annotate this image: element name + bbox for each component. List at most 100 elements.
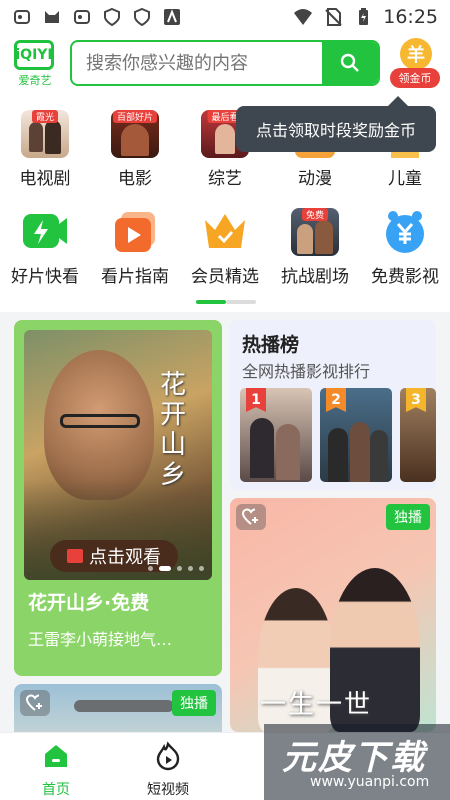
category-movie[interactable]: 百部好片 电影 bbox=[92, 110, 178, 190]
poster-title: 花开山乡 bbox=[160, 370, 187, 490]
category-tv-series[interactable]: 霞光 电视剧 bbox=[2, 110, 88, 190]
ranking-item[interactable]: 2 bbox=[320, 388, 392, 482]
category-label: 动漫 bbox=[298, 169, 332, 189]
wifi-icon bbox=[294, 9, 313, 25]
category-icon-wrap bbox=[201, 208, 249, 256]
play-icon bbox=[115, 212, 155, 252]
ranking-thumb-figure bbox=[350, 422, 370, 482]
category-label: 好片快看 bbox=[11, 267, 79, 287]
add-favorite-icon bbox=[25, 694, 42, 711]
nav-short-video-label: 短视频 bbox=[147, 782, 189, 798]
category-label: 抗战剧场 bbox=[281, 267, 349, 287]
site-watermark: 元皮下载 www.yuanpi.com bbox=[264, 724, 450, 800]
exclusive-badge: 独播 bbox=[386, 504, 430, 530]
ranking-thumb-figure bbox=[328, 428, 348, 482]
category-tag: 霞光 bbox=[31, 110, 59, 123]
coin-icon: 羊 bbox=[400, 38, 432, 70]
category-label: 电影 bbox=[118, 169, 152, 189]
category-label: 会员精选 bbox=[191, 267, 259, 287]
exclusive-badge: 独播 bbox=[172, 690, 216, 716]
watermark-logo: 元皮下载 bbox=[282, 738, 426, 778]
app-notification-icon bbox=[74, 10, 90, 24]
search-input[interactable] bbox=[72, 42, 322, 84]
ranking-thumb-figure bbox=[250, 418, 274, 478]
featured-title: 花开山乡·免费 bbox=[28, 592, 150, 614]
category-icon-wrap bbox=[111, 208, 159, 256]
header: iQIYI 爱奇艺 羊 领金币 bbox=[0, 38, 450, 92]
app-notification-icon bbox=[14, 10, 30, 24]
rank-badge: 3 bbox=[406, 388, 426, 412]
poster-glasses bbox=[60, 414, 140, 428]
category-icon-wrap bbox=[21, 208, 69, 256]
shield-icon bbox=[134, 7, 150, 27]
category-label: 看片指南 bbox=[101, 267, 169, 287]
category-tag: 免费 bbox=[301, 208, 329, 221]
ranking-item[interactable]: 1 bbox=[240, 388, 312, 482]
rank-badge: 1 bbox=[246, 388, 266, 412]
hot-ranking-title: 热播榜 bbox=[242, 334, 300, 356]
clock: 16:25 bbox=[383, 6, 438, 28]
category-pager bbox=[196, 300, 256, 304]
no-sim-icon bbox=[325, 8, 342, 26]
status-bar: 16:25 bbox=[0, 0, 450, 34]
ranking-thumb-figure bbox=[370, 430, 388, 482]
hot-ranking-subtitle: 全网热播影视排行 bbox=[242, 362, 371, 381]
nav-home[interactable]: 首页 bbox=[16, 741, 96, 799]
carousel-dots bbox=[148, 566, 204, 571]
app-logo[interactable]: iQIYI 爱奇艺 bbox=[14, 40, 56, 88]
reward-tooltip[interactable]: 点击领取时段奖励金币 bbox=[236, 96, 436, 152]
category-thumb: 免费 bbox=[291, 208, 339, 256]
carousel-dot bbox=[177, 566, 182, 571]
pager-active bbox=[196, 300, 226, 304]
shield-icon bbox=[104, 7, 120, 27]
nav-home-label: 首页 bbox=[42, 782, 70, 798]
category-war-theater[interactable]: 免费 抗战剧场 bbox=[272, 208, 358, 288]
yuan-clock-icon bbox=[386, 211, 424, 253]
home-icon bbox=[45, 745, 67, 767]
nav-short-video[interactable]: 短视频 bbox=[128, 741, 208, 799]
carousel-dot bbox=[199, 566, 204, 571]
search-button[interactable] bbox=[322, 42, 378, 84]
status-right-icons: 16:25 bbox=[293, 6, 438, 28]
category-guide[interactable]: 看片指南 bbox=[92, 208, 178, 288]
claim-coins-label: 领金币 bbox=[390, 68, 440, 88]
lightning-icon bbox=[23, 214, 67, 248]
rank-badge: 2 bbox=[326, 388, 346, 412]
category-label: 免费影视 bbox=[371, 267, 439, 287]
ranking-thumb-figure bbox=[276, 424, 300, 480]
favorite-button[interactable] bbox=[20, 690, 50, 716]
featured-subtitle: 王雷李小萌接地气… bbox=[28, 630, 173, 649]
plane-silhouette bbox=[74, 700, 174, 712]
category-label: 综艺 bbox=[208, 169, 242, 189]
battery-charging-icon bbox=[359, 8, 369, 25]
logo-text: 爱奇艺 bbox=[18, 74, 52, 87]
claim-coins-button[interactable]: 羊 领金币 bbox=[390, 38, 442, 90]
cat-icon bbox=[45, 11, 59, 23]
favorite-button[interactable] bbox=[236, 504, 266, 530]
drama-card[interactable]: 独播 一生一世 bbox=[230, 498, 436, 732]
gift-icon bbox=[67, 549, 83, 563]
text-a-icon bbox=[164, 9, 180, 25]
logo-mark: iQIYI bbox=[14, 40, 54, 70]
category-vip-picks[interactable]: 会员精选 bbox=[182, 208, 268, 288]
category-icon-wrap bbox=[381, 208, 429, 256]
crown-icon bbox=[205, 214, 245, 248]
category-label: 儿童 bbox=[388, 169, 422, 189]
category-quick-watch[interactable]: 好片快看 bbox=[2, 208, 88, 288]
watermark-url: www.yuanpi.com bbox=[310, 774, 430, 790]
flame-play-icon bbox=[156, 741, 180, 771]
pager-inactive bbox=[226, 300, 256, 304]
carousel-dot-active bbox=[159, 566, 171, 571]
carousel-dot bbox=[188, 566, 193, 571]
hot-ranking-card[interactable]: 热播榜 全网热播影视排行 1 2 3 bbox=[230, 320, 436, 490]
ranking-item[interactable]: 3 bbox=[400, 388, 436, 482]
add-favorite-icon bbox=[241, 508, 258, 525]
category-tag: 百部好片 bbox=[112, 110, 158, 123]
category-free-films[interactable]: 免费影视 bbox=[362, 208, 448, 288]
featured-card[interactable]: 花开山乡 点击观看 花开山乡·免费 王雷李小萌接地气… bbox=[14, 320, 222, 676]
search-box[interactable] bbox=[70, 40, 380, 86]
war-card[interactable]: 独播 bbox=[14, 684, 222, 734]
search-icon bbox=[340, 53, 359, 72]
featured-poster: 花开山乡 点击观看 bbox=[24, 330, 212, 580]
status-left-icons bbox=[12, 7, 182, 27]
